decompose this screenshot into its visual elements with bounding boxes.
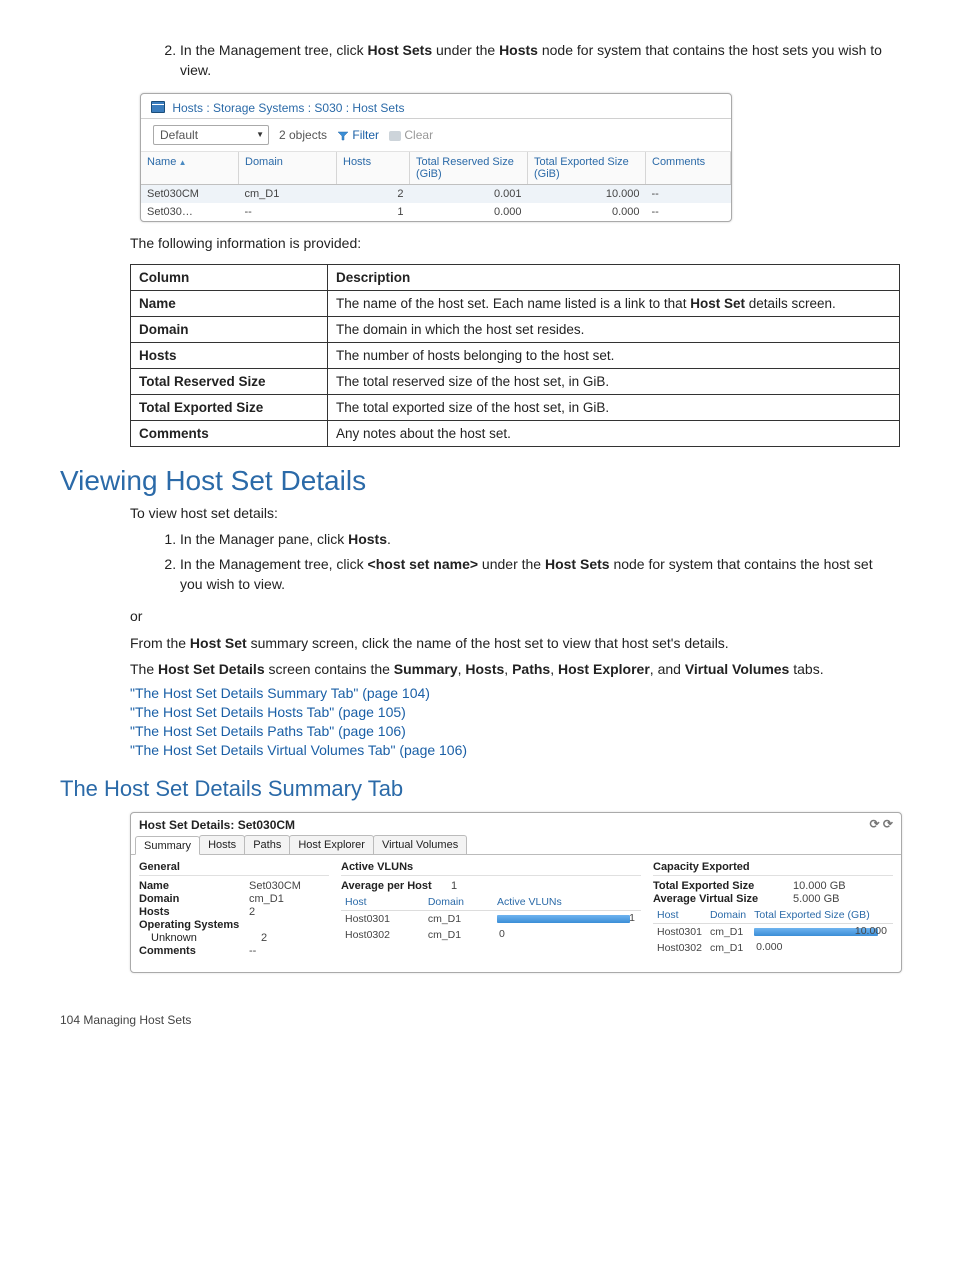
intro-text: To view host set details:: [130, 503, 894, 523]
table-row[interactable]: Host0302 cm_D1 0.000: [653, 940, 893, 956]
table-row[interactable]: Set030… -- 1 0.000 0.000 --: [141, 203, 731, 221]
col-domain[interactable]: Domain: [245, 156, 283, 168]
tab-summary[interactable]: Summary: [135, 836, 200, 855]
table-row[interactable]: Host0301 cm_D1 1: [341, 911, 641, 928]
tab-paths[interactable]: Paths: [244, 835, 290, 854]
view-step-2: In the Management tree, click <host set …: [180, 554, 894, 595]
breadcrumb: Hosts : Storage Systems : S030 : Host Se…: [172, 100, 404, 114]
table-row[interactable]: Host0302 cm_D1 0: [341, 927, 641, 943]
view-dropdown[interactable]: Default: [153, 125, 269, 145]
instruction-step-2: In the Management tree, click Host Sets …: [180, 40, 894, 81]
host-set-details-screenshot: Host Set Details: Set030CM ⟳ ⟳ Summary H…: [130, 812, 902, 973]
col-reserved[interactable]: Total Reserved Size (GiB): [416, 156, 514, 180]
section-heading-viewing-host-set-details: Viewing Host Set Details: [60, 465, 894, 497]
tab-host-explorer[interactable]: Host Explorer: [289, 835, 374, 854]
xref-link[interactable]: "The Host Set Details Hosts Tab" (page 1…: [130, 704, 894, 720]
table-row[interactable]: Set030CM cm_D1 2 0.001 10.000 --: [141, 185, 731, 204]
capacity-exported-table: HostDomainTotal Exported Size (GB) Host0…: [653, 907, 893, 956]
capacity-exported-heading: Capacity Exported: [653, 861, 893, 876]
xref-link[interactable]: "The Host Set Details Summary Tab" (page…: [130, 685, 894, 701]
window-icon: [151, 101, 165, 113]
view-step-1: In the Manager pane, click Hosts.: [180, 529, 894, 549]
or-text: or: [130, 606, 894, 626]
panel-title: Host Set Details: Set030CM: [139, 818, 295, 832]
clear-link[interactable]: Clear: [389, 128, 433, 142]
details-tabs: Summary Hosts Paths Host Explorer Virtua…: [131, 835, 901, 855]
host-sets-table: Name Domain Hosts Total Reserved Size (G…: [141, 152, 731, 221]
alt-instruction: From the Host Set summary screen, click …: [130, 633, 894, 653]
clear-icon: [389, 131, 401, 141]
general-heading: General: [139, 861, 329, 876]
tabs-description: The Host Set Details screen contains the…: [130, 659, 894, 679]
col-hosts[interactable]: Hosts: [343, 156, 371, 168]
filter-link[interactable]: Filter: [337, 128, 379, 142]
col-exported[interactable]: Total Exported Size (GiB): [534, 156, 629, 180]
table-row[interactable]: Host0301 cm_D1 10.000: [653, 924, 893, 941]
xref-link[interactable]: "The Host Set Details Paths Tab" (page 1…: [130, 723, 894, 739]
host-sets-grid-screenshot: Hosts : Storage Systems : S030 : Host Se…: [140, 93, 732, 223]
active-vluns-table: HostDomainActive VLUNs Host0301 cm_D1 1 …: [341, 894, 641, 943]
tab-virtual-volumes[interactable]: Virtual Volumes: [373, 835, 467, 854]
object-count: 2 objects: [279, 128, 327, 142]
col-comments[interactable]: Comments: [652, 156, 705, 168]
column-description-table: Column Description NameThe name of the h…: [130, 264, 900, 447]
page-footer: 104 Managing Host Sets: [60, 1013, 894, 1027]
following-info-text: The following information is provided:: [130, 234, 894, 254]
active-vluns-heading: Active VLUNs: [341, 861, 641, 876]
refresh-icons[interactable]: ⟳ ⟳: [870, 817, 893, 831]
tab-hosts[interactable]: Hosts: [199, 835, 245, 854]
subsection-heading-summary-tab: The Host Set Details Summary Tab: [60, 776, 894, 802]
col-name[interactable]: Name: [147, 156, 186, 168]
xref-link[interactable]: "The Host Set Details Virtual Volumes Ta…: [130, 742, 894, 758]
